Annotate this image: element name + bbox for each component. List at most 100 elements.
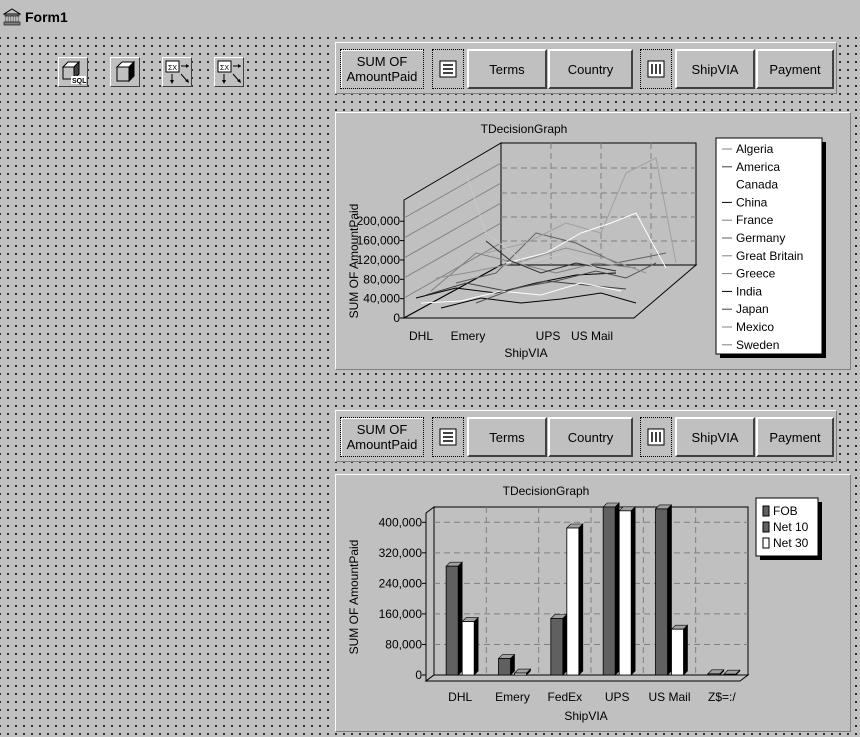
g2-xtick: FedEx xyxy=(547,690,582,704)
g2-ytick: 240,000 xyxy=(379,576,423,590)
bar-net-10-1 xyxy=(498,658,511,676)
g1-ytick: 200,000 xyxy=(357,214,401,228)
decision-cube-icon[interactable] xyxy=(110,57,140,87)
bar-side xyxy=(510,653,515,676)
payment-button-2[interactable]: Payment xyxy=(756,417,834,457)
graph1-svg: TDecisionGraph 040,00080,000120,000160,0… xyxy=(347,122,826,360)
country-button-2[interactable]: Country xyxy=(548,417,633,457)
sum-label-line1: SUM OF xyxy=(356,54,408,69)
svg-text:SQL: SQL xyxy=(72,78,87,85)
sum-amountpaid-button[interactable]: SUM OF AmountPaid xyxy=(340,49,424,89)
graph2-ylabel: SUM OF AmountPaid xyxy=(347,540,361,655)
g2-ytick: 320,000 xyxy=(379,546,423,560)
g1-xtick-usmail: US Mail xyxy=(571,329,613,343)
g1-legend-item: Canada xyxy=(736,178,778,192)
decision-pivot-1: SUM OF AmountPaid Terms Country ShipVIA P… xyxy=(335,42,837,94)
bar-side xyxy=(457,561,463,676)
column-dimension-icon-2[interactable] xyxy=(640,417,672,457)
sum-amountpaid-button-2[interactable]: SUM OF AmountPaid xyxy=(340,417,424,457)
g1-ytick: 160,000 xyxy=(357,234,401,248)
g1-legend-item: Japan xyxy=(736,302,769,316)
g1-xtick-emery: Emery xyxy=(451,329,486,343)
g1-xtick-dhl: DHL xyxy=(409,329,433,343)
shipvia-button-2[interactable]: ShipVIA xyxy=(675,417,755,457)
decision-pivot-icon[interactable]: ΣX xyxy=(214,57,244,87)
terms-button[interactable]: Terms xyxy=(467,49,547,89)
g1-ytick: 0 xyxy=(393,311,400,325)
graph2-title: TDecisionGraph xyxy=(503,484,590,498)
sum-label-line2: AmountPaid xyxy=(346,69,418,84)
g1-ytick: 40,000 xyxy=(363,292,400,306)
bar-net-30-2 xyxy=(566,527,580,676)
title-bar: Form1 xyxy=(0,0,860,34)
decision-pivot-2: SUM OF AmountPaid Terms Country ShipVIA P… xyxy=(335,410,837,462)
g2-legend-swatch xyxy=(762,537,770,549)
sum-label-line1-2: SUM OF xyxy=(356,422,408,437)
g2-xtick: Emery xyxy=(495,690,530,704)
form-icon xyxy=(3,8,21,26)
g1-legend-item: Algeria xyxy=(736,142,774,156)
decision-graph-2[interactable]: TDecisionGraph 0 80,000 160,000 240,000 320,… xyxy=(335,474,851,732)
svg-text:ΣX: ΣX xyxy=(220,65,229,72)
bar-net-30-4 xyxy=(671,628,684,676)
g2-xtick: UPS xyxy=(605,690,630,704)
svg-text:ΣX: ΣX xyxy=(168,65,177,72)
g2-legend-item: FOB xyxy=(773,504,798,518)
g2-ytick: 80,000 xyxy=(385,637,422,651)
graph1-ylabel: SUM OF AmountPaid xyxy=(347,204,361,319)
graph2-xlabel: ShipVIA xyxy=(564,709,607,723)
bar-side xyxy=(562,613,568,676)
bar-net-10-5 xyxy=(707,673,721,676)
graph2-svg: TDecisionGraph 0 80,000 160,000 240,000 320,… xyxy=(347,484,822,723)
bar-side xyxy=(614,502,620,676)
g1-legend-item: India xyxy=(736,284,762,298)
bar-side xyxy=(473,616,479,676)
bar-net-30-0 xyxy=(461,621,475,676)
g2-ytick: 0 xyxy=(415,668,422,682)
bar-net-10-4 xyxy=(655,508,668,676)
sum-label-line2-2: AmountPaid xyxy=(346,437,418,452)
bar-net-30-5 xyxy=(723,673,737,676)
g2-legend-swatch xyxy=(762,505,770,517)
g2-legend-item: Net 30 xyxy=(773,536,809,550)
g2-ytick: 160,000 xyxy=(379,607,423,621)
g2-xtick: US Mail xyxy=(648,690,690,704)
sql-query-icon[interactable]: SQL xyxy=(58,57,88,87)
bar-side xyxy=(667,504,672,676)
bar-side xyxy=(578,523,584,676)
g1-legend-item: Great Britain xyxy=(736,249,803,263)
country-button[interactable]: Country xyxy=(548,49,633,89)
decision-source-icon[interactable]: ΣX xyxy=(162,57,192,87)
terms-button-2[interactable]: Terms xyxy=(467,417,547,457)
g2-ytick: 400,000 xyxy=(379,515,423,529)
bar-net-30-1 xyxy=(514,672,527,676)
g1-legend-item: America xyxy=(736,160,780,174)
g1-ytick: 120,000 xyxy=(357,253,401,267)
bar-net-10-0 xyxy=(445,565,459,676)
form-canvas: Form1 SQL ΣX ΣX SUM OF AmountPaid Terms … xyxy=(0,0,860,737)
graph1-xlabel: ShipVIA xyxy=(504,346,547,360)
g1-legend-item: Germany xyxy=(736,231,785,245)
g1-legend-item: France xyxy=(736,213,774,227)
g1-legend-item: Mexico xyxy=(736,320,774,334)
g2-xtick: DHL xyxy=(448,690,472,704)
g2-xtick: Z$=:/ xyxy=(708,690,736,704)
g1-legend-item: China xyxy=(736,195,768,209)
bar-side xyxy=(630,506,636,676)
window-title: Form1 xyxy=(25,9,68,25)
decision-graph-1[interactable]: TDecisionGraph 0 40,000 80,000 120,000 1… xyxy=(335,112,851,370)
g1-legend-item: Sweden xyxy=(736,338,779,352)
g1-xtick-ups: UPS xyxy=(536,329,561,343)
bar-side xyxy=(683,624,688,676)
g2-legend-swatch xyxy=(762,521,770,533)
bar-net-10-3 xyxy=(602,506,616,676)
shipvia-button[interactable]: ShipVIA xyxy=(675,49,755,89)
g1-ytick: 80,000 xyxy=(363,272,400,286)
row-dimension-icon[interactable] xyxy=(432,49,464,89)
column-dimension-icon[interactable] xyxy=(640,49,672,89)
payment-button[interactable]: Payment xyxy=(756,49,834,89)
graph1-title: TDecisionGraph xyxy=(481,122,568,136)
g2-legend-item: Net 10 xyxy=(773,520,809,534)
row-dimension-icon-2[interactable] xyxy=(432,417,464,457)
g1-legend-item: Greece xyxy=(736,267,776,281)
